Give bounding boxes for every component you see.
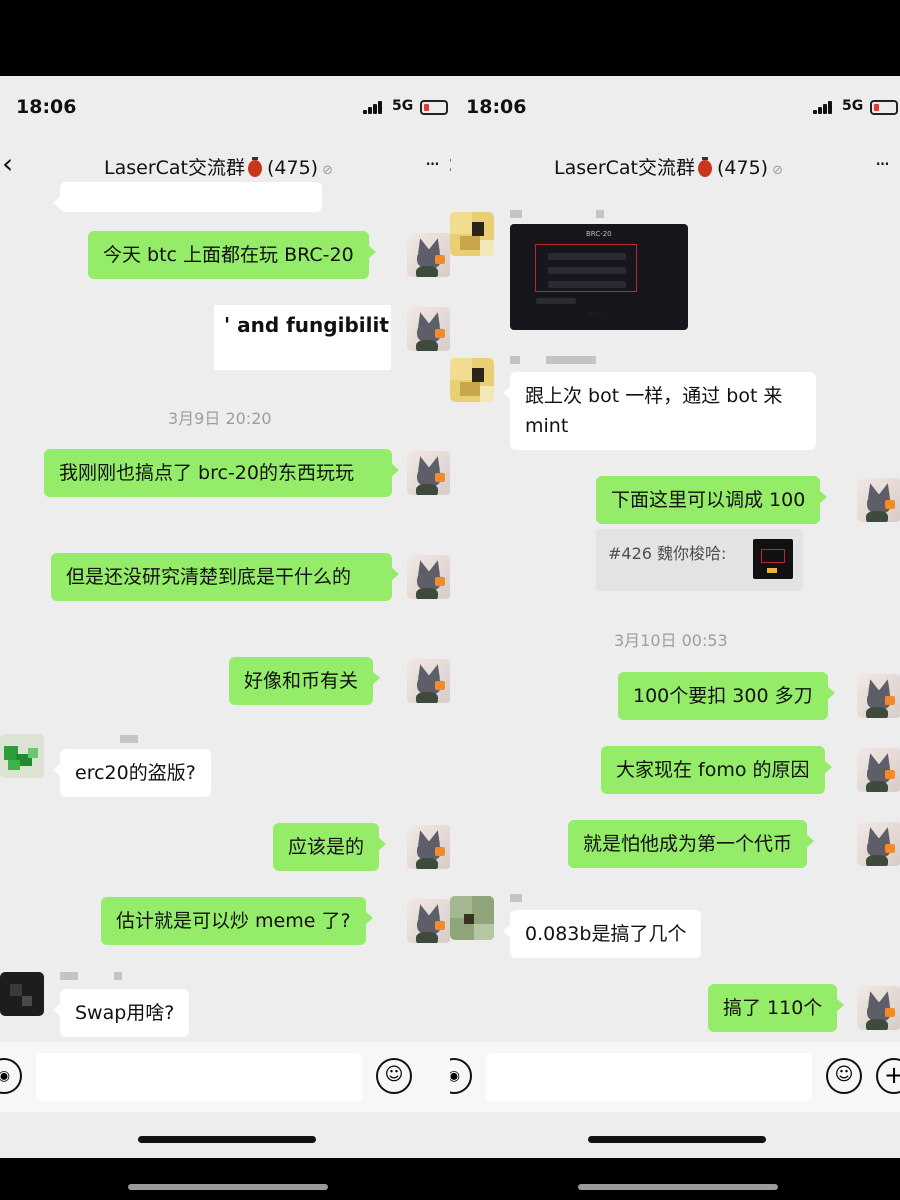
signal-icon: [363, 100, 385, 114]
lantern-icon: [698, 157, 712, 177]
mute-bell-icon: ⊘: [322, 163, 333, 178]
group-name: LaserCat交流群: [104, 157, 245, 179]
sender-avatar[interactable]: [857, 748, 900, 792]
home-indicator-echo: [128, 1184, 328, 1190]
voice-icon[interactable]: ◉: [0, 1058, 22, 1094]
sender-avatar[interactable]: [407, 451, 450, 495]
home-indicator: [138, 1136, 316, 1143]
sender-avatar[interactable]: [407, 555, 450, 599]
sender-name-blurred: [510, 356, 520, 364]
message-input[interactable]: [486, 1053, 812, 1101]
sender-avatar[interactable]: [407, 659, 450, 703]
back-chevron-icon[interactable]: ‹: [450, 150, 453, 178]
message-bubble[interactable]: 0.083b是搞了几个: [502, 910, 702, 958]
sender-name-blurred: [596, 210, 604, 218]
quoted-image-thumbnail: [753, 539, 793, 579]
emoji-icon[interactable]: ☺: [376, 1058, 412, 1094]
message-bubble[interactable]: 跟上次 bot 一样，通过 bot 来 mint: [503, 372, 816, 450]
message-bubble-partial[interactable]: [53, 182, 322, 212]
message-bubble[interactable]: 100个要扣 300 多刀: [618, 672, 835, 720]
message-bubble[interactable]: 搞了 110个: [708, 984, 845, 1032]
sender-avatar[interactable]: [0, 972, 44, 1016]
sender-avatar[interactable]: [450, 358, 494, 402]
quoted-message[interactable]: #426 魏你梭哈:: [596, 529, 803, 591]
lantern-icon: [248, 157, 262, 177]
network-label: 5G: [842, 98, 864, 114]
emoji-icon[interactable]: ☺: [826, 1058, 862, 1094]
message-input[interactable]: [36, 1053, 362, 1101]
sender-name-blurred: [120, 735, 138, 743]
timestamp-label: 3月9日 20:20: [168, 409, 272, 428]
member-count: (475): [717, 157, 769, 179]
home-indicator-echo: [578, 1184, 778, 1190]
message-bubble[interactable]: erc20的盗版?: [53, 749, 211, 797]
more-options-icon[interactable]: ···: [875, 152, 890, 176]
message-bubble[interactable]: 好像和币有关: [229, 657, 381, 705]
chat-screen-left: 18:06 5G ‹ LaserCat交流群 (475) ⊘ ··· 今天 btc …: [0, 76, 450, 1158]
chat-title: LaserCat交流群 (475) ⊘: [104, 153, 333, 180]
sender-avatar[interactable]: [407, 233, 450, 277]
battery-icon: [870, 100, 898, 115]
mint-screenshot-image[interactable]: BRC-20 Mint: [510, 224, 688, 330]
mint-form-box: [535, 244, 637, 292]
sender-name-blurred: [546, 356, 596, 364]
message-bubble[interactable]: 我刚刚也搞点了 brc-20的东西玩玩: [44, 449, 399, 497]
voice-icon[interactable]: ◉: [450, 1058, 472, 1094]
sender-avatar[interactable]: [407, 307, 450, 351]
sender-avatar[interactable]: [450, 212, 494, 256]
status-bar: 18:06 5G: [0, 76, 450, 138]
message-bubble[interactable]: 下面这里可以调成 100: [596, 476, 828, 524]
back-chevron-icon[interactable]: ‹: [2, 150, 13, 178]
chat-screen-right: 18:06 5G ‹ LaserCat交流群 (475)⊘ ··· BRC-20 …: [450, 76, 900, 1158]
sender-avatar[interactable]: [857, 478, 900, 522]
timestamp-label: 3月10日 00:53: [614, 631, 728, 650]
chat-header: ‹ LaserCat交流群 (475)⊘ ···: [450, 138, 900, 194]
sender-avatar[interactable]: [450, 896, 494, 940]
quoted-message-text: #426 魏你梭哈:: [608, 544, 727, 563]
input-bar: ◉ ☺: [0, 1042, 450, 1112]
sender-avatar[interactable]: [857, 986, 900, 1030]
sender-name-blurred: [510, 894, 522, 902]
top-black-frame: [0, 0, 900, 76]
chat-title: LaserCat交流群 (475) ⊘: [554, 153, 783, 180]
bottom-black-frame: [0, 1158, 900, 1200]
status-time: 18:06: [16, 96, 77, 118]
sender-name-blurred: [60, 972, 78, 980]
sender-avatar[interactable]: [857, 822, 900, 866]
image-message-text[interactable]: ' and fungibilit: [214, 305, 391, 370]
input-bar: ◉ ☺ +: [450, 1042, 900, 1112]
mint-card-title: BRC-20: [586, 230, 612, 238]
signal-icon: [813, 100, 835, 114]
sender-avatar[interactable]: [407, 899, 450, 943]
more-options-icon[interactable]: ···: [425, 152, 440, 176]
status-bar: 18:06 5G: [450, 76, 900, 138]
message-bubble[interactable]: Swap用啥?: [52, 989, 190, 1037]
message-bubble[interactable]: 估计就是可以炒 meme 了?: [101, 897, 373, 945]
sender-avatar[interactable]: [0, 734, 44, 778]
sender-avatar[interactable]: [407, 825, 450, 869]
mint-button-label: Mint: [588, 311, 604, 319]
network-label: 5G: [392, 98, 414, 114]
sender-avatar[interactable]: [857, 674, 900, 718]
sender-name-blurred: [114, 972, 122, 980]
status-time: 18:06: [466, 96, 527, 118]
member-count: (475): [267, 157, 319, 179]
home-indicator: [588, 1136, 766, 1143]
mute-bell-icon: ⊘: [772, 163, 783, 178]
plus-icon[interactable]: +: [876, 1058, 900, 1094]
group-name: LaserCat交流群: [554, 157, 695, 179]
sender-name-blurred: [510, 210, 522, 218]
message-bubble[interactable]: 就是怕他成为第一个代币: [568, 820, 815, 868]
message-bubble[interactable]: 应该是的: [273, 823, 387, 871]
battery-icon: [420, 100, 448, 115]
message-bubble[interactable]: 今天 btc 上面都在玩 BRC-20: [88, 231, 376, 279]
message-bubble[interactable]: 大家现在 fomo 的原因: [601, 746, 832, 794]
message-bubble[interactable]: 但是还没研究清楚到底是干什么的: [51, 553, 399, 601]
